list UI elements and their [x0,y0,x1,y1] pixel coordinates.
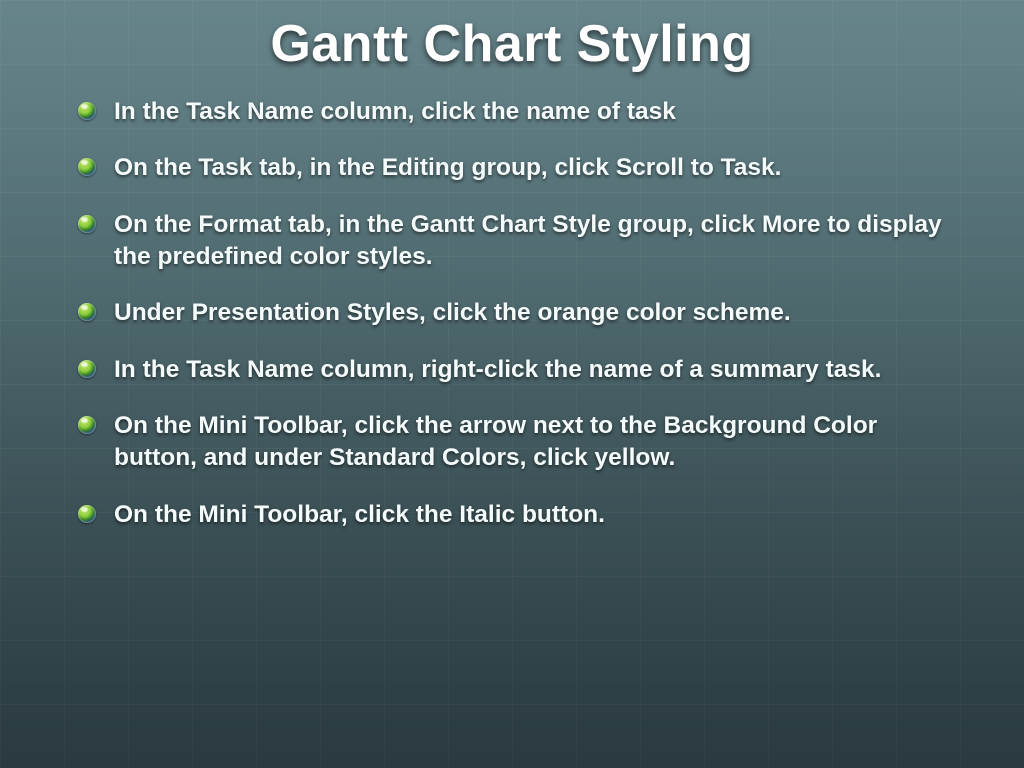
list-item: On the Task tab, in the Editing group, c… [78,152,964,184]
list-item: In the Task Name column, click the name … [78,96,964,128]
list-item: Under Presentation Styles, click the ora… [78,297,964,329]
globe-bullet-icon [78,102,96,120]
list-item-text: Under Presentation Styles, click the ora… [114,299,791,326]
globe-bullet-icon [78,215,96,233]
list-item-text: On the Mini Toolbar, click the arrow nex… [114,412,877,471]
list-item: In the Task Name column, right-click the… [78,354,964,386]
list-item-text: On the Mini Toolbar, click the Italic bu… [114,501,605,528]
list-item: On the Mini Toolbar, click the arrow nex… [78,410,964,475]
globe-bullet-icon [78,303,96,321]
globe-bullet-icon [78,360,96,378]
slide: Gantt Chart Styling In the Task Name col… [0,0,1024,768]
globe-bullet-icon [78,158,96,176]
list-item-text: On the Format tab, in the Gantt Chart St… [114,211,942,270]
globe-bullet-icon [78,505,96,523]
list-item-text: On the Task tab, in the Editing group, c… [114,154,782,181]
list-item-text: In the Task Name column, click the name … [114,98,676,125]
globe-bullet-icon [78,416,96,434]
list-item: On the Mini Toolbar, click the Italic bu… [78,499,964,531]
bullet-list: In the Task Name column, click the name … [50,96,974,531]
list-item: On the Format tab, in the Gantt Chart St… [78,209,964,274]
slide-title: Gantt Chart Styling [50,14,974,74]
list-item-text: In the Task Name column, right-click the… [114,356,881,383]
